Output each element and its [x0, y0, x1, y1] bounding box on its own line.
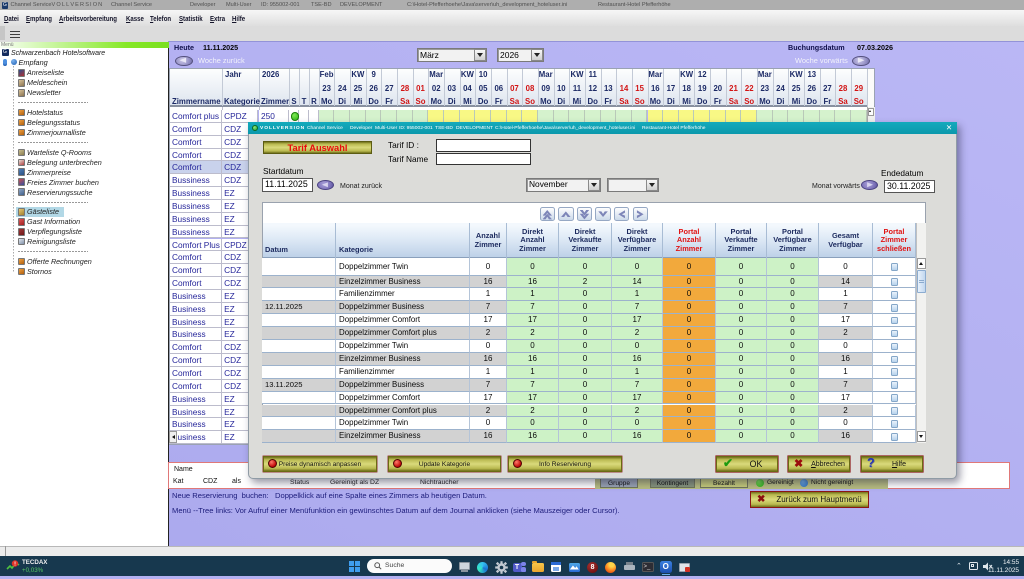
svg-text:!: ! [14, 562, 16, 568]
